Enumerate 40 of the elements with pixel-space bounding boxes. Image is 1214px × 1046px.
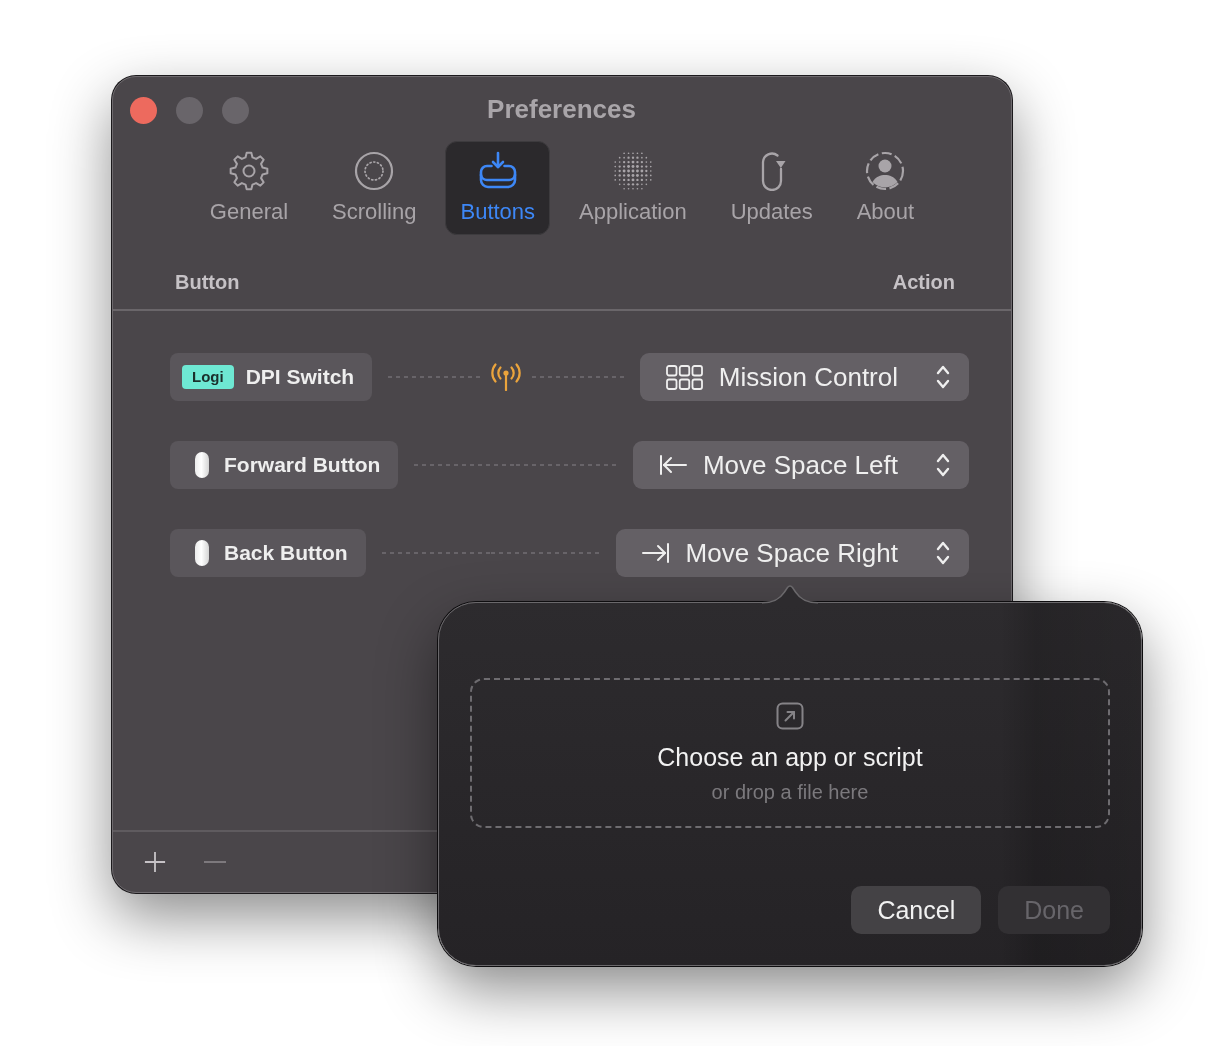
plus-icon <box>144 851 166 873</box>
action-popup-button[interactable]: Mission Control <box>639 353 969 401</box>
mouse-button-chip[interactable]: Back Button <box>170 529 366 577</box>
toolbar-tab[interactable]: Scrolling <box>317 141 432 235</box>
toolbar-tab[interactable]: About <box>841 141 930 235</box>
drop-zone-hint: or drop a file here <box>711 780 869 804</box>
zoom-button[interactable] <box>222 96 249 124</box>
window-title: Preferences <box>487 94 636 124</box>
toolbar-tab[interactable]: Buttons <box>445 141 551 235</box>
file-drop-zone[interactable]: Choose an app or script or drop a file here <box>470 678 1110 828</box>
gear-icon <box>228 151 269 191</box>
minimize-button[interactable] <box>176 96 203 124</box>
label-badge: Logi <box>182 365 234 389</box>
toolbar-tab[interactable]: General <box>194 141 304 235</box>
mouse-icon <box>195 540 209 566</box>
cancel-button[interactable]: Cancel <box>851 886 982 934</box>
mouse-button-chip[interactable]: Logi DPI Switch <box>170 353 373 401</box>
window-grid-icon <box>665 364 703 390</box>
broadcast-icon <box>490 363 522 391</box>
chevron-up-down-icon <box>936 364 950 390</box>
toolbar-tab[interactable]: Updates <box>715 141 828 235</box>
mouse-button-chip[interactable]: Forward Button <box>170 441 399 489</box>
column-header: Action <box>892 270 955 294</box>
action-popup-button[interactable]: Move Space Right <box>615 529 969 577</box>
drop-zone-title: Choose an app or script <box>657 742 923 772</box>
toolbar-tab[interactable]: Application <box>564 141 702 235</box>
arrow-left-bar-icon <box>658 454 687 476</box>
person-circle-icon <box>865 151 906 191</box>
mouse-icon <box>195 452 209 478</box>
popover-tail <box>762 584 818 605</box>
dotted-circle-icon <box>354 151 395 191</box>
minus-icon <box>204 861 226 863</box>
arrow-right-bar-icon <box>641 542 670 564</box>
close-button[interactable] <box>130 96 157 124</box>
column-header: Button <box>175 270 240 294</box>
tray-arrow-icon <box>477 151 518 191</box>
action-popup-button[interactable]: Move Space Left <box>632 441 969 489</box>
chevron-up-down-icon <box>936 452 950 478</box>
dot-grid-icon <box>612 151 653 191</box>
chevron-up-down-icon <box>936 540 950 566</box>
